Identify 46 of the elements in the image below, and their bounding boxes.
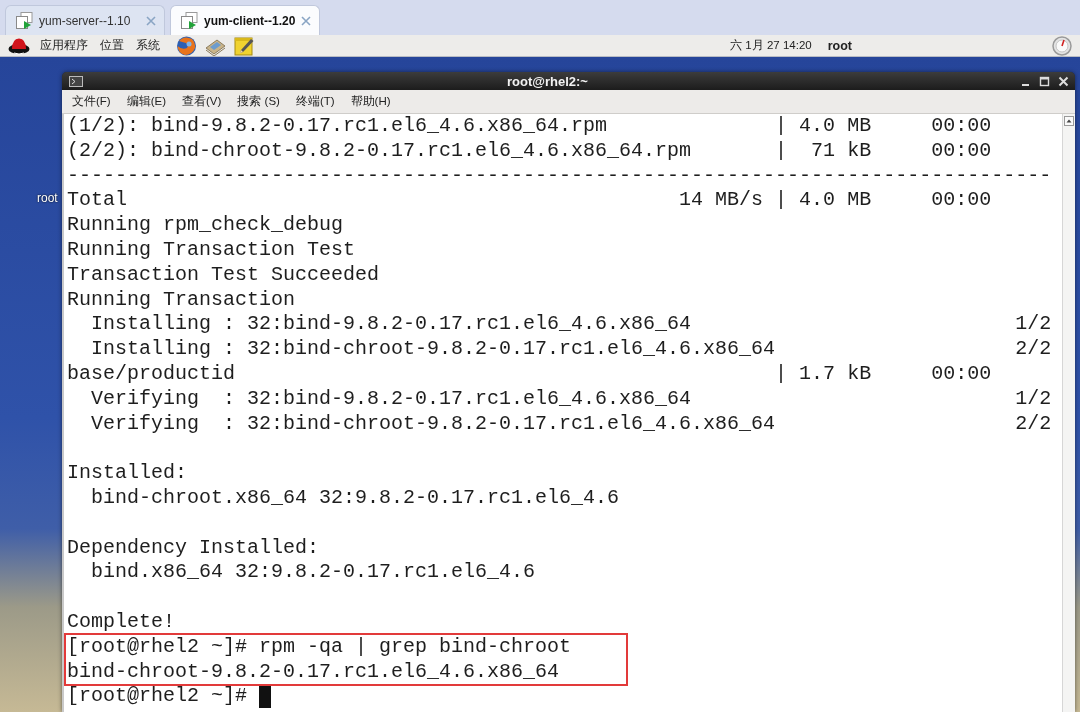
menu-item[interactable]: 查看(V) [176,92,228,111]
gauge-icon[interactable] [1052,35,1072,56]
tab[interactable]: yum-client--1.20 [170,5,320,35]
terminal-output-line: (1/2): bind-9.8.2-0.17.rc1.el6_4.6.x86_64.rpm | 4.0 MB 00:00 [67,114,992,139]
maximize-icon[interactable] [1039,75,1050,87]
terminal-output-line: Running Transaction Test [67,238,356,263]
terminal-output-line: base/productid | 1.7 kB 00:00 [67,361,992,387]
terminal-output-line: Total 14 MB/s | 4.0 MB 00:00 [67,188,992,214]
virtual-machine-icon [16,12,33,29]
user-name[interactable]: root [827,38,852,53]
desktop-icon-label[interactable]: root [37,191,58,205]
terminal-output-line: Verifying : 32:bind-chroot-9.8.2-0.17.rc1.el6_4.6.x86_64 2/2 [90,411,1052,437]
terminal-output-line: Running Transaction [67,287,296,313]
terminal-output-line: bind.x86_64 32:9.8.2-0.17.rc1.el6_4.6 [90,560,536,586]
menu-item[interactable]: 编辑(E) [120,92,173,111]
virtual-machine-icon [181,12,198,29]
scroll-up-icon[interactable] [1064,116,1074,126]
shell-prompt-line: [root@rhel2 ~]# rpm -qa | grep bind-chroot [67,634,572,660]
terminal-output-line: Installing : 32:bind-chroot-9.8.2-0.17.rc1.el6_4.6.x86_64 2/2 [90,337,1052,362]
terminal-output-line: Installing : 32:bind-9.8.2-0.17.rc1.el6_4.6.x86_64 1/2 [90,312,1052,338]
hat-icon[interactable] [8,36,30,55]
window-title: root@rhel2:~ [506,73,589,89]
globe-fox-icon[interactable] [176,35,197,56]
terminal-output-line: ---------------------------------------------------------------------------------- [67,163,1052,189]
terminal-output-line: Verifying : 32:bind-9.8.2-0.17.rc1.el6_4.6.x86_64 1/2 [90,386,1052,412]
terminal-output-line: Installed: [67,461,188,486]
scrollbar-track[interactable] [1062,114,1075,712]
terminal-icon [69,75,83,87]
terminal-output-line: (2/2): bind-chroot-9.8.2-0.17.rc1.el6_4.6.x86_64.rpm | 71 kB 00:00 [67,138,992,164]
tab[interactable]: yum-server--1.10 [5,5,165,35]
terminal-output-line: Dependency Installed: [67,535,320,561]
terminal-output-line: Transaction Test Succeeded [67,262,380,288]
notepad-pencil-icon[interactable] [234,35,255,56]
menu-item[interactable]: 文件(F) [66,92,117,111]
terminal-output-line: bind-chroot-9.8.2-0.17.rc1.el6_4.6.x86_64 [67,659,560,685]
shell-prompt-line: [root@rhel2 ~]# [67,684,248,710]
terminal-output-line: Complete! [67,609,176,635]
clock[interactable]: 六 1月 27 14:20 [730,38,812,53]
panel-menu[interactable]: 位置 [94,37,130,54]
menu-item[interactable]: 搜索 (S) [231,92,286,111]
terminal-output-line: bind-chroot.x86_64 32:9.8.2-0.17.rc1.el6_4.6 [90,485,620,511]
panel-menu[interactable]: 应用程序 [34,37,94,54]
terminal-output-line: Running rpm_check_debug [67,213,344,238]
menu-item[interactable]: 帮助(H) [344,92,397,111]
panel-menu[interactable]: 系统 [130,37,166,54]
menu-item[interactable]: 终端(T) [289,92,341,111]
